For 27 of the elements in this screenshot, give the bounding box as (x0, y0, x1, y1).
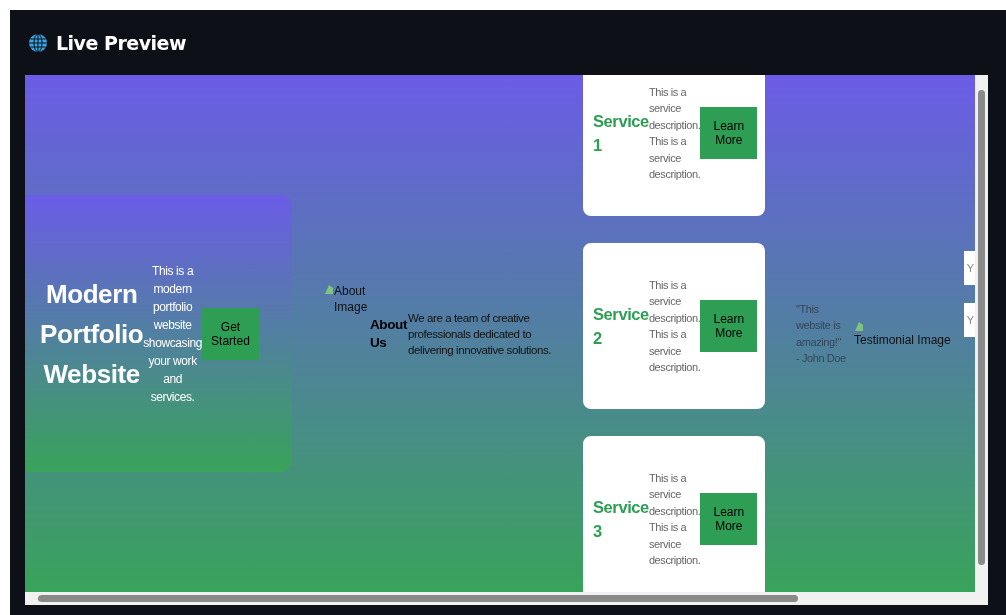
vertical-scrollbar[interactable] (975, 75, 988, 592)
broken-image-icon (854, 319, 864, 332)
learn-more-button[interactable]: Learn More (700, 107, 758, 159)
learn-more-button[interactable]: Learn More (700, 493, 758, 545)
get-started-button[interactable]: Get Started (201, 307, 259, 360)
learn-more-button[interactable]: Learn More (700, 300, 758, 352)
image-alt-text: Testimonial Image (854, 331, 951, 348)
testimonial-card: Y (964, 302, 975, 337)
about-heading: About Us (370, 316, 407, 352)
testimonial-quote: "This website is amazing!" - John Doe (796, 301, 846, 366)
service-title: Service 2 (593, 305, 649, 347)
service-title: Service 1 (593, 112, 649, 154)
about-text: We are a team of creative professionals dedicated to delivering innovative solutions. (408, 310, 553, 358)
broken-image-icon (324, 282, 334, 295)
service-description: This is a service description. This is a service description. (648, 84, 701, 182)
globe-icon (28, 32, 48, 53)
service-description: This is a service description. This is a service description. (648, 470, 701, 568)
scrollbar-thumb[interactable] (38, 595, 798, 602)
testimonial-card: Y (964, 250, 975, 285)
service-description: This is a service description. This is a service description. (648, 277, 701, 375)
window-title: Live Preview (56, 31, 187, 54)
hero-description: This is a modern portfolio website showcasing your work and services. (143, 262, 202, 406)
service-title: Service 3 (593, 498, 649, 540)
scrollbar-thumb[interactable] (978, 90, 985, 565)
hero-title: Modern Portfolio Website (40, 277, 144, 391)
horizontal-scrollbar[interactable] (25, 592, 975, 605)
image-alt-text: About Image (334, 282, 368, 315)
